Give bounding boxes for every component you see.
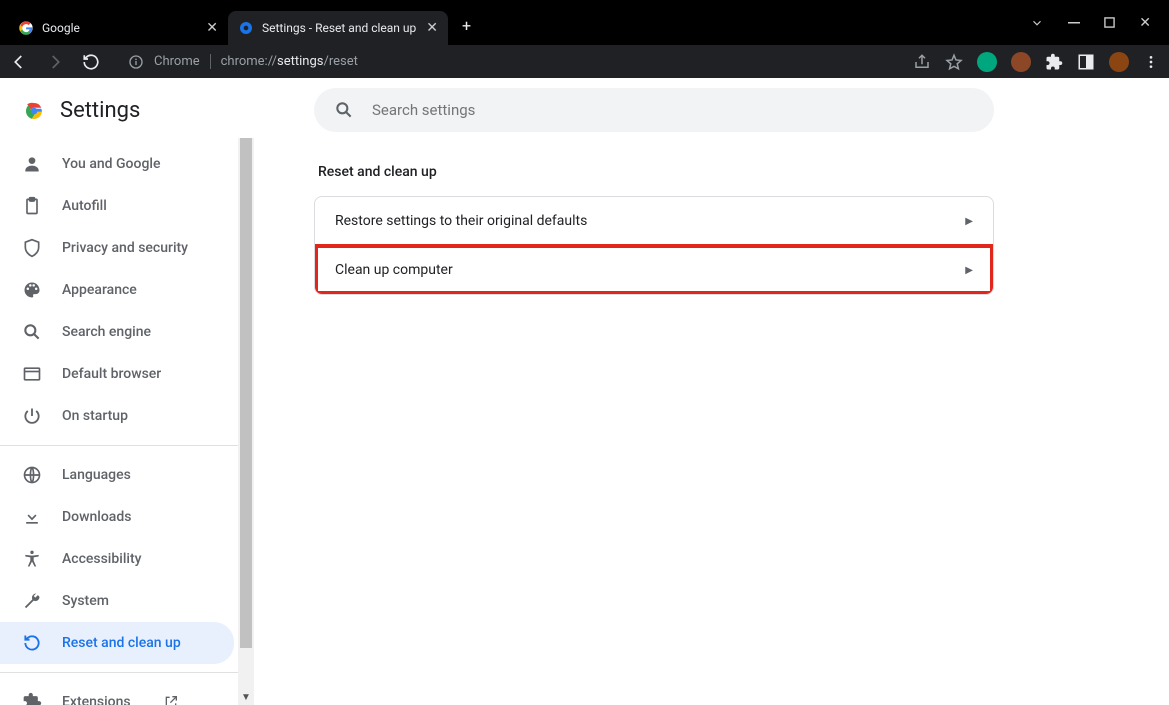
close-icon[interactable]: ✕ [206, 20, 218, 36]
row-clean-up-computer[interactable]: Clean up computer ▶ [315, 245, 993, 294]
extensions-icon[interactable] [1045, 53, 1063, 71]
chevron-right-icon: ▶ [965, 216, 973, 227]
power-icon [22, 406, 42, 426]
row-label: Clean up computer [335, 262, 453, 278]
site-info-icon[interactable] [128, 54, 144, 70]
sidebar-item-appearance[interactable]: Appearance [0, 269, 254, 311]
sidebar-list: You and Google Autofill Privacy and secu… [0, 143, 254, 705]
scrollbar-track[interactable]: ▼ [238, 138, 254, 705]
scrollbar-thumb[interactable] [240, 138, 252, 648]
window-titlebar: Google ✕ Settings - Reset and clean up ✕… [0, 0, 1169, 45]
puzzle-icon [22, 692, 42, 705]
row-restore-defaults[interactable]: Restore settings to their original defau… [315, 197, 993, 245]
settings-search-input[interactable] [372, 101, 974, 119]
wrench-icon [22, 591, 42, 611]
omnibox-site-hint: Chrome [154, 54, 211, 69]
sidebar-item-downloads[interactable]: Downloads [0, 496, 254, 538]
shield-icon [22, 238, 42, 258]
divider [0, 672, 254, 673]
reset-icon [22, 633, 42, 653]
reload-button[interactable] [82, 53, 100, 71]
profile-avatar[interactable] [1109, 52, 1129, 72]
sidebar-label: Reset and clean up [62, 635, 181, 651]
sidebar-item-reset[interactable]: Reset and clean up [0, 622, 234, 664]
sidebar-label: Autofill [62, 198, 107, 214]
sidebar-item-on-startup[interactable]: On startup [0, 395, 254, 437]
scroll-down-button[interactable]: ▼ [238, 689, 254, 705]
sidebar-label: Appearance [62, 282, 137, 298]
sidebar-label: System [62, 593, 109, 609]
page-content: Settings You and Google Autofill Privacy… [0, 78, 1169, 705]
person-icon [22, 154, 42, 174]
sidebar-label: Downloads [62, 509, 131, 525]
window-close-button[interactable]: ✕ [1139, 15, 1151, 31]
address-bar[interactable]: Chrome chrome://settings/reset [118, 54, 895, 70]
divider [0, 445, 254, 446]
new-tab-button[interactable]: + [462, 16, 471, 35]
sidebar-item-accessibility[interactable]: Accessibility [0, 538, 254, 580]
browser-toolbar: Chrome chrome://settings/reset [0, 45, 1169, 78]
sidebar-label: You and Google [62, 156, 160, 172]
sidebar-item-you-and-google[interactable]: You and Google [0, 143, 254, 185]
tab-title: Settings - Reset and clean up [262, 21, 418, 35]
chevron-right-icon: ▶ [965, 265, 973, 276]
maximize-button[interactable] [1104, 17, 1115, 28]
minimize-button[interactable] [1068, 17, 1080, 29]
tab-title: Google [42, 21, 198, 35]
accessibility-icon [22, 549, 42, 569]
palette-icon [22, 280, 42, 300]
close-icon[interactable]: ✕ [426, 20, 438, 36]
row-label: Restore settings to their original defau… [335, 213, 587, 229]
sidebar-item-extensions[interactable]: Extensions [0, 681, 254, 705]
sidebar-item-languages[interactable]: Languages [0, 454, 254, 496]
search-icon [334, 100, 354, 120]
sidebar-label: Languages [62, 467, 131, 483]
sidebar-label: Default browser [62, 366, 161, 382]
back-button[interactable] [10, 53, 28, 71]
sidebar-item-privacy[interactable]: Privacy and security [0, 227, 254, 269]
sidebar-label: Privacy and security [62, 240, 188, 256]
settings-favicon [238, 20, 254, 36]
settings-main: Reset and clean up Restore settings to t… [254, 78, 1169, 705]
sidebar-label: Search engine [62, 324, 151, 340]
share-icon[interactable] [913, 53, 931, 71]
chevron-down-icon[interactable] [1030, 16, 1044, 30]
sidebar-label: Accessibility [62, 551, 141, 567]
extension-grammarly[interactable] [977, 52, 997, 72]
sidebar-item-system[interactable]: System [0, 580, 254, 622]
reset-card: Restore settings to their original defau… [314, 196, 994, 295]
chrome-logo-icon [22, 99, 46, 123]
chrome-menu-icon[interactable] [1143, 54, 1159, 70]
omnibox-url: chrome://settings/reset [221, 54, 358, 69]
window-controls: ✕ [1030, 15, 1161, 31]
sidebar-item-search-engine[interactable]: Search engine [0, 311, 254, 353]
external-link-icon [163, 694, 179, 705]
google-favicon [18, 20, 34, 36]
reading-list-icon[interactable] [1077, 53, 1095, 71]
sidebar-label: Extensions [62, 694, 131, 705]
extension-cookie[interactable] [1011, 52, 1031, 72]
bookmark-icon[interactable] [945, 53, 963, 71]
settings-search[interactable] [314, 88, 994, 132]
sidebar-header: Settings [0, 78, 254, 143]
tab-settings-active[interactable]: Settings - Reset and clean up ✕ [228, 11, 448, 45]
sidebar-item-default-browser[interactable]: Default browser [0, 353, 254, 395]
clipboard-icon [22, 196, 42, 216]
section-title: Reset and clean up [318, 164, 994, 180]
download-icon [22, 507, 42, 527]
search-icon [22, 322, 42, 342]
globe-icon [22, 465, 42, 485]
tab-google[interactable]: Google ✕ [8, 11, 228, 45]
sidebar-item-autofill[interactable]: Autofill [0, 185, 254, 227]
settings-sidebar: Settings You and Google Autofill Privacy… [0, 78, 254, 705]
browser-icon [22, 364, 42, 384]
sidebar-title: Settings [60, 98, 140, 123]
forward-button[interactable] [46, 53, 64, 71]
sidebar-label: On startup [62, 408, 128, 424]
